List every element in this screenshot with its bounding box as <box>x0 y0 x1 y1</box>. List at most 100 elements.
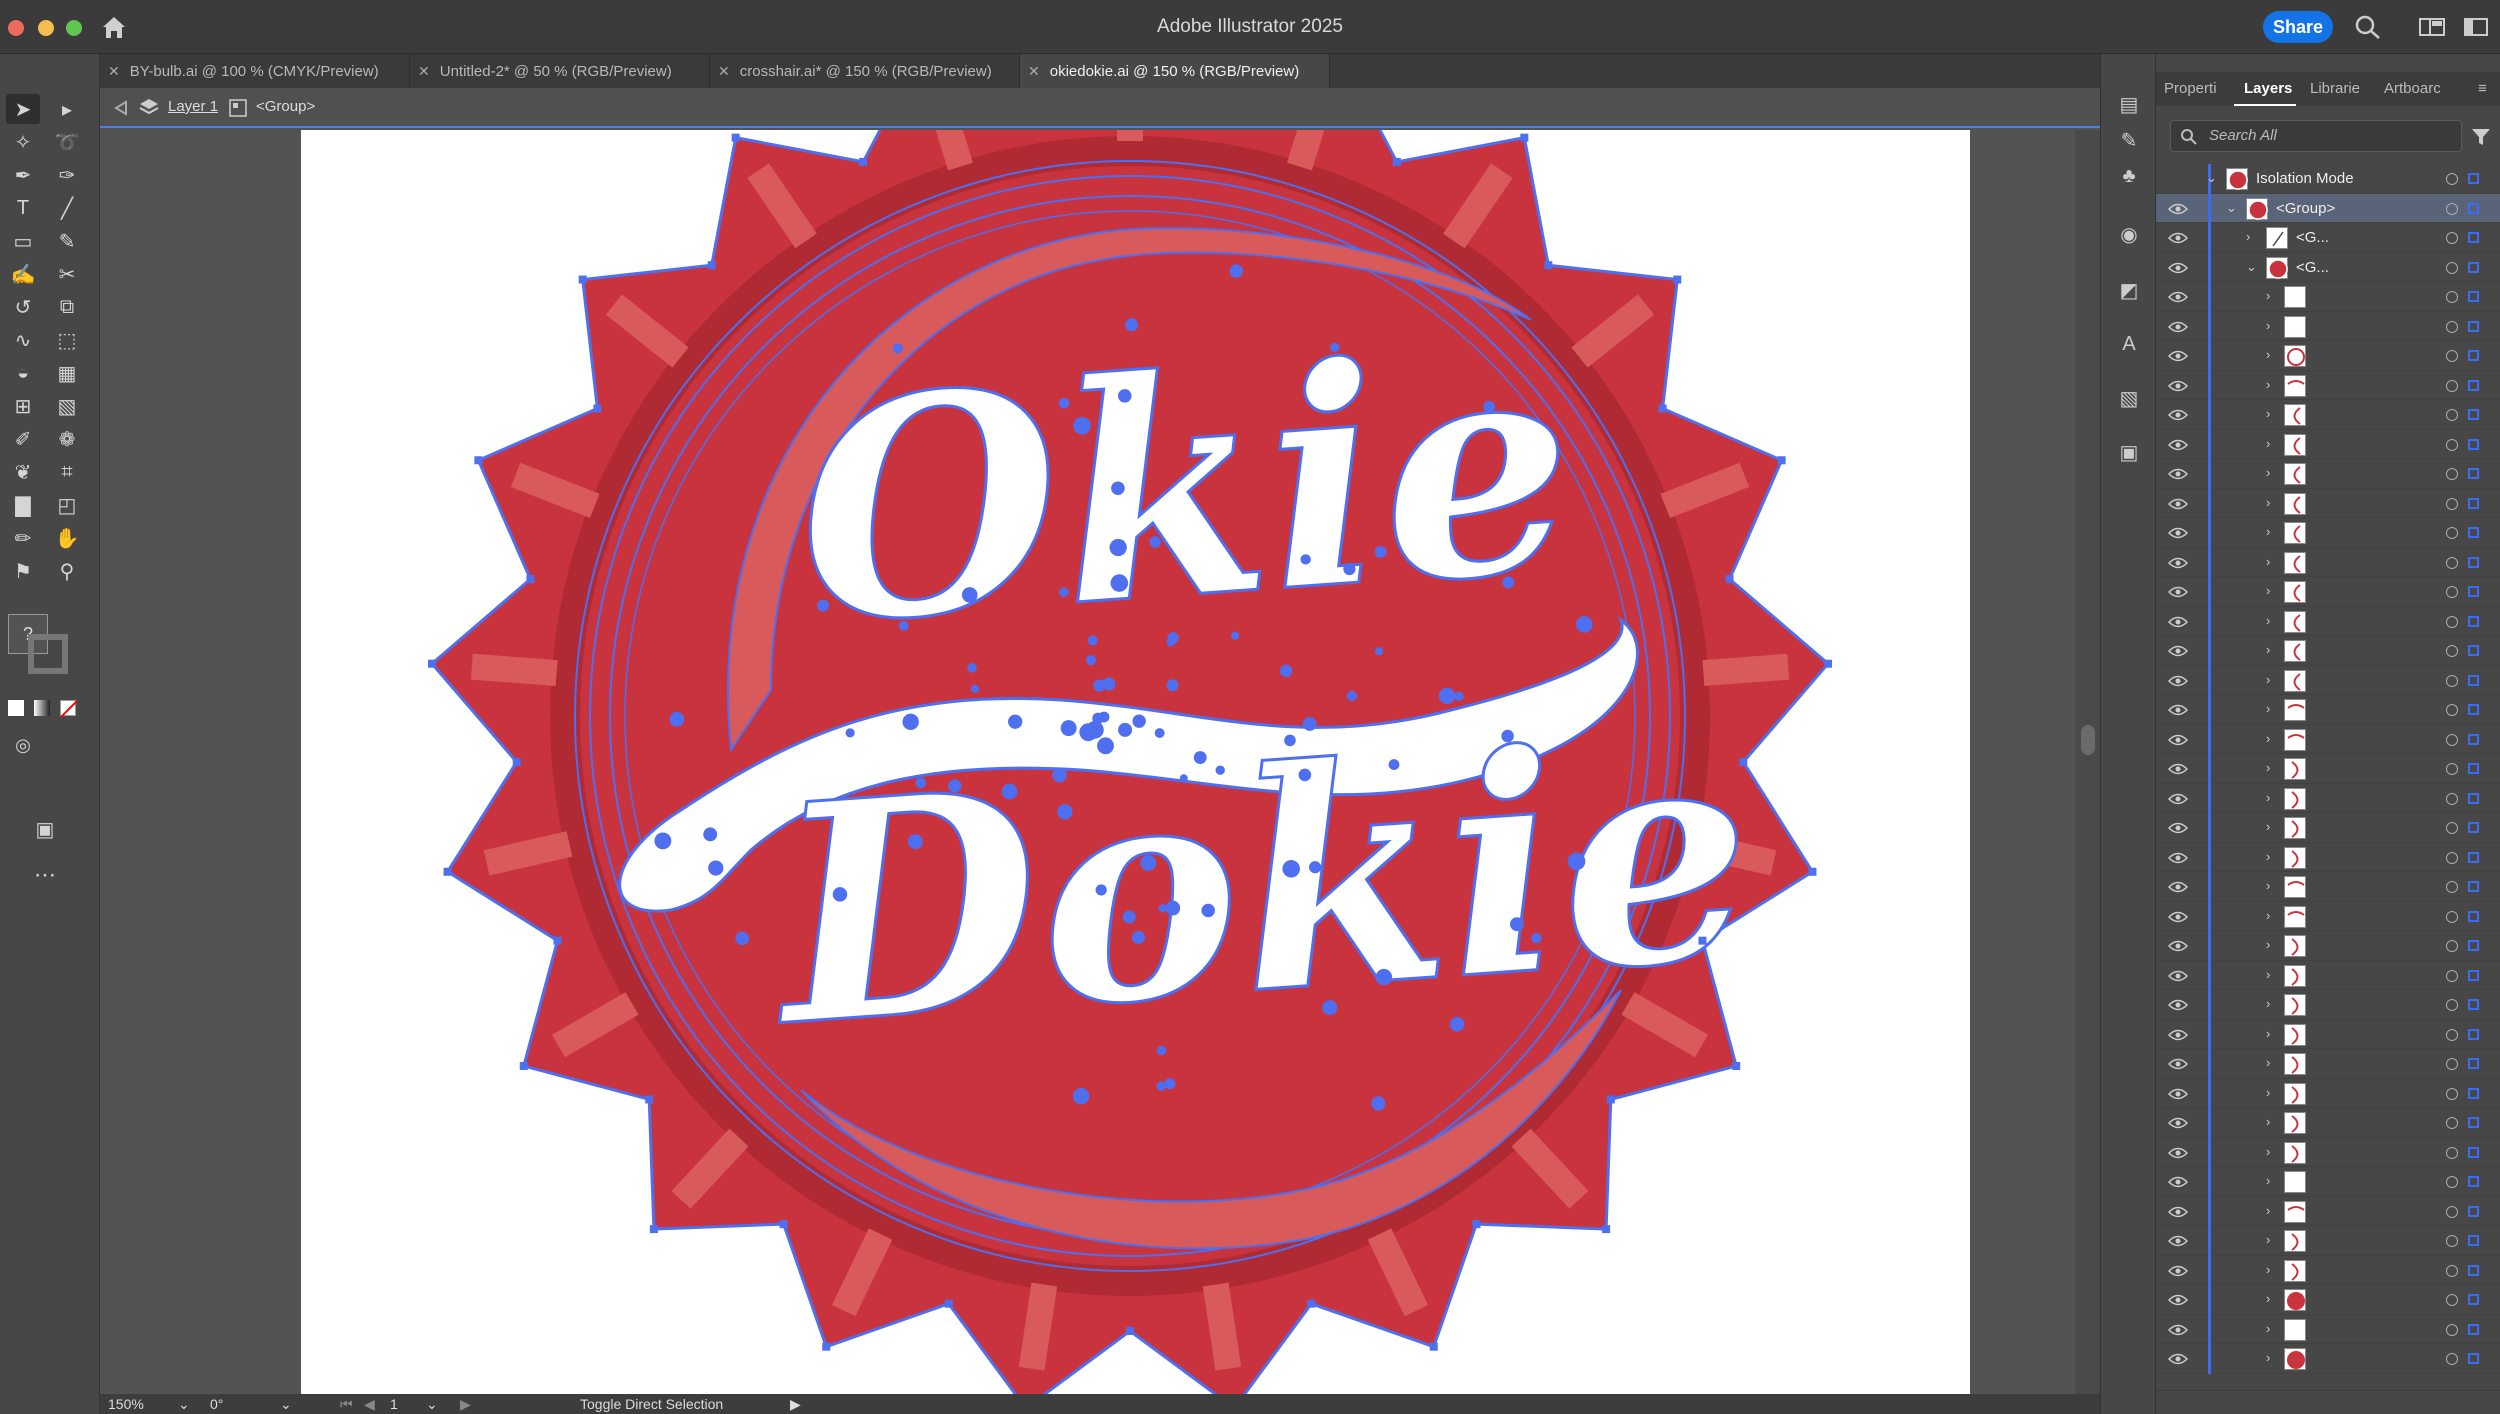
chevron-right-icon[interactable]: › <box>2246 229 2250 244</box>
visibility-eye-icon[interactable] <box>2168 1264 2188 1278</box>
sublayer-row[interactable]: › <box>2156 1255 2500 1285</box>
pen-tool-icon[interactable]: ✒ <box>6 160 40 190</box>
visibility-eye-icon[interactable] <box>2168 261 2188 275</box>
visibility-eye-icon[interactable] <box>2168 703 2188 717</box>
visibility-eye-icon[interactable] <box>2168 497 2188 511</box>
target-circle-icon[interactable] <box>2446 1087 2458 1100</box>
sublayer-row[interactable]: › <box>2156 547 2500 577</box>
visibility-eye-icon[interactable] <box>2168 320 2188 334</box>
visibility-eye-icon[interactable] <box>2168 644 2188 658</box>
target-circle-icon[interactable] <box>2446 1264 2458 1277</box>
chevron-right-icon[interactable]: › <box>2266 1232 2270 1247</box>
layers-search-input[interactable]: Search All <box>2170 120 2462 152</box>
selection-indicator[interactable] <box>2468 497 2479 509</box>
eraser-tool-icon[interactable]: ✏ <box>6 523 40 553</box>
direct-selection-tool-icon[interactable]: ▸ <box>50 94 84 124</box>
none-mode-button[interactable] <box>60 700 78 718</box>
chevron-right-icon[interactable]: › <box>2266 288 2270 303</box>
chevron-right-icon[interactable]: › <box>2266 613 2270 628</box>
character-panel-icon[interactable]: A <box>2115 330 2143 358</box>
sublayer-row[interactable]: › <box>2156 370 2500 400</box>
scale-tool-icon[interactable]: ⧉ <box>50 292 84 322</box>
target-circle-icon[interactable] <box>2446 1205 2458 1218</box>
color-mode-button[interactable] <box>8 700 24 716</box>
scroll-thumb[interactable] <box>2081 725 2095 755</box>
visibility-eye-icon[interactable] <box>2168 1205 2188 1219</box>
target-circle-icon[interactable] <box>2446 733 2458 746</box>
layer-name[interactable]: <G... <box>2296 229 2329 246</box>
artboard-tool-icon[interactable]: ⌗ <box>50 457 84 487</box>
curvature-tool-icon[interactable]: ✑ <box>50 160 84 190</box>
sublayer-row[interactable]: › <box>2156 1167 2500 1197</box>
visibility-eye-icon[interactable] <box>2168 1146 2188 1160</box>
target-circle-icon[interactable] <box>2446 910 2458 923</box>
gradient-panel-icon[interactable]: ▧ <box>2115 384 2143 412</box>
blend-tool-icon[interactable]: ❁ <box>50 424 84 454</box>
chevron-right-icon[interactable]: › <box>2266 937 2270 952</box>
sublayer-row[interactable]: › <box>2156 695 2500 725</box>
selection-indicator[interactable] <box>2468 851 2479 863</box>
hand-tool-icon[interactable]: ✋ <box>50 523 84 553</box>
selection-indicator[interactable] <box>2468 910 2479 922</box>
visibility-eye-icon[interactable] <box>2168 1234 2188 1248</box>
selection-indicator[interactable] <box>2468 173 2479 184</box>
target-circle-icon[interactable] <box>2446 763 2458 775</box>
sublayer-row[interactable]: › <box>2156 400 2500 430</box>
sublayer-row[interactable]: › <box>2156 518 2500 548</box>
chevron-right-icon[interactable]: › <box>2266 701 2270 716</box>
sublayer-row[interactable]: › <box>2156 606 2500 636</box>
chevron-right-icon[interactable]: › <box>2266 819 2270 834</box>
sublayer-row[interactable]: › <box>2156 341 2500 371</box>
visibility-eye-icon[interactable] <box>2168 821 2188 835</box>
zoom-tool-icon[interactable]: ⚲ <box>50 556 84 586</box>
slice-tool-icon[interactable]: ◰ <box>50 490 84 520</box>
chevron-down-icon[interactable]: ⌄ <box>2246 259 2257 275</box>
selection-indicator[interactable] <box>2468 291 2479 302</box>
selection-indicator[interactable] <box>2468 438 2479 450</box>
selection-indicator[interactable] <box>2468 645 2479 656</box>
visibility-eye-icon[interactable] <box>2168 438 2188 452</box>
target-circle-icon[interactable] <box>2446 1028 2458 1041</box>
target-circle-icon[interactable] <box>2446 1146 2458 1159</box>
chevron-right-icon[interactable]: › <box>2266 1321 2270 1336</box>
target-circle-icon[interactable] <box>2446 468 2458 480</box>
symbols-panel-icon[interactable]: ♣ <box>2115 162 2143 190</box>
target-circle-icon[interactable] <box>2446 851 2458 864</box>
chevron-right-icon[interactable]: › <box>2266 524 2270 539</box>
sublayer-row[interactable]: › <box>2156 459 2500 489</box>
next-artboard-icon[interactable]: ▶ <box>460 1396 471 1413</box>
target-circle-icon[interactable] <box>2446 1294 2458 1306</box>
selection-indicator[interactable] <box>2468 881 2479 892</box>
target-circle-icon[interactable] <box>2446 822 2458 834</box>
target-circle-icon[interactable] <box>2446 261 2458 274</box>
tab-untitled-2[interactable]: ✕ Untitled-2* @ 50 % (RGB/Preview) <box>410 54 710 88</box>
sublayer-row[interactable]: › <box>2156 1049 2500 1079</box>
visibility-eye-icon[interactable] <box>2168 969 2188 983</box>
selection-indicator[interactable] <box>2468 1087 2479 1099</box>
bottle-cap-artwork[interactable]: Okie Dokie <box>301 130 1970 1394</box>
sublayer-row[interactable]: › <box>2156 931 2500 961</box>
visibility-eye-icon[interactable] <box>2168 1087 2188 1101</box>
status-menu-icon[interactable]: ▶ <box>790 1396 801 1413</box>
target-circle-icon[interactable] <box>2446 940 2458 952</box>
sublayer-row[interactable]: › <box>2156 1078 2500 1108</box>
selection-indicator[interactable] <box>2468 1146 2479 1158</box>
search-icon[interactable] <box>2354 14 2382 40</box>
sublayer-row[interactable]: › <box>2156 1108 2500 1138</box>
sublayer-row[interactable]: › <box>2156 813 2500 843</box>
chevron-right-icon[interactable]: › <box>2266 1026 2270 1041</box>
artboard-number[interactable]: 1 <box>390 1396 398 1412</box>
sublayer-row[interactable]: › <box>2156 1137 2500 1167</box>
selection-tool-icon[interactable]: ➤ <box>6 94 40 124</box>
tab-okiedokie[interactable]: ✕ okiedokie.ai @ 150 % (RGB/Preview) <box>1020 54 1330 88</box>
layer-row[interactable]: ⌄ <Group> <box>2156 193 2500 223</box>
target-circle-icon[interactable] <box>2446 173 2458 185</box>
selection-indicator[interactable] <box>2468 1323 2479 1335</box>
visibility-eye-icon[interactable] <box>2168 762 2188 776</box>
visibility-eye-icon[interactable] <box>2168 1028 2188 1042</box>
artboard-dropdown-icon[interactable]: ⌄ <box>426 1396 438 1413</box>
selection-indicator[interactable] <box>2468 350 2479 361</box>
tab-artboards[interactable]: Artboarc <box>2384 80 2441 97</box>
close-tab-icon[interactable]: ✕ <box>418 63 430 80</box>
sublayer-row[interactable]: › <box>2156 1344 2500 1374</box>
